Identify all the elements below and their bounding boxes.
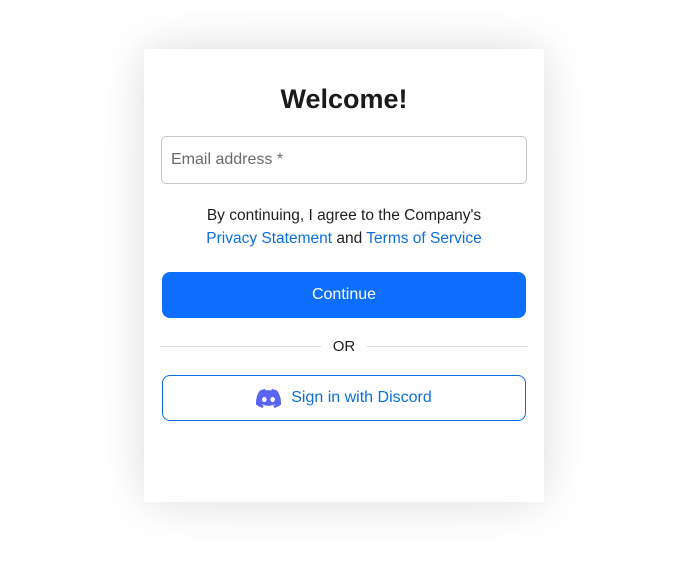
- discord-button-label: Sign in with Discord: [291, 389, 432, 406]
- consent-and: and: [336, 230, 363, 247]
- sign-in-with-discord-button[interactable]: Sign in with Discord: [162, 375, 526, 421]
- or-label: OR: [332, 337, 356, 355]
- consent-links-row: Privacy Statement and Terms of Service: [144, 227, 544, 250]
- or-divider: OR: [160, 336, 528, 356]
- consent-prefix: By continuing, I agree to the Company's: [206, 207, 482, 224]
- consent-text: By continuing, I agree to the Company's …: [144, 204, 544, 250]
- privacy-statement-link[interactable]: Privacy Statement: [206, 230, 332, 247]
- divider-line-left: [160, 345, 321, 347]
- login-card: Welcome! By continuing, I agree to the C…: [144, 49, 544, 502]
- email-input[interactable]: [161, 136, 527, 184]
- discord-logo-icon: [256, 388, 282, 408]
- continue-button[interactable]: Continue: [162, 272, 526, 318]
- page-title: Welcome!: [280, 84, 408, 114]
- divider-line-right: [367, 345, 528, 347]
- terms-of-service-link[interactable]: Terms of Service: [366, 230, 481, 247]
